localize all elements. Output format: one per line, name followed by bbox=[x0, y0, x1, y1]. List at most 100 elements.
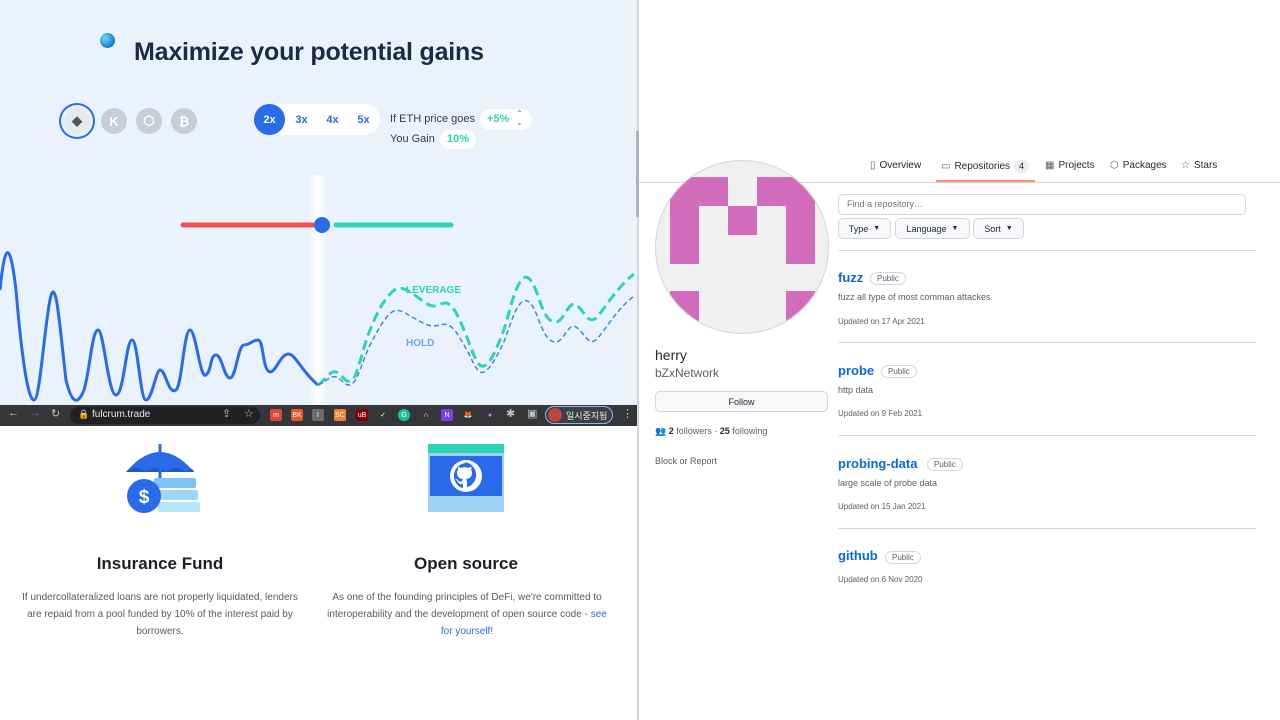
followers-line: 👥 2 followers · 25 following bbox=[655, 426, 768, 436]
block-or-report-link[interactable]: Block or Report bbox=[655, 456, 717, 466]
followers-count[interactable]: 2 bbox=[669, 426, 674, 436]
repo-name-fuzz[interactable]: fuzz bbox=[838, 270, 863, 285]
extension-7-label: G bbox=[401, 411, 407, 419]
open-source-title: Open source bbox=[414, 554, 518, 573]
extension-4-label: SC bbox=[335, 411, 345, 419]
type-filter-label: Type bbox=[848, 223, 869, 234]
caret-down-icon: ▼ bbox=[951, 225, 959, 232]
caret-down-icon: ▼ bbox=[1005, 225, 1013, 232]
extension-11-label: ● bbox=[487, 411, 493, 419]
browser-menu-icon[interactable]: ⋮ bbox=[622, 407, 633, 420]
repo-description: http data bbox=[838, 385, 874, 395]
leverage-curve-label: LEVERAGE bbox=[406, 285, 461, 296]
visibility-badge: Public bbox=[881, 365, 917, 378]
star-icon: ☆ bbox=[1181, 160, 1190, 171]
open-source-text: As one of the founding principles of DeF… bbox=[327, 592, 602, 620]
following-label[interactable]: following bbox=[732, 426, 767, 436]
type-filter-button[interactable]: Type ▼ bbox=[838, 218, 891, 239]
repo-divider bbox=[838, 342, 1256, 343]
extension-icon-1[interactable]: m bbox=[270, 409, 282, 421]
repo-name-github[interactable]: github bbox=[838, 548, 878, 563]
avatar[interactable] bbox=[655, 160, 829, 334]
open-source-body: As one of the founding principles of DeF… bbox=[326, 589, 608, 640]
address-url: fulcrum.trade bbox=[92, 409, 151, 420]
identicon bbox=[670, 177, 815, 321]
language-filter-button[interactable]: Language ▼ bbox=[895, 218, 970, 239]
profile-status: 일시중지됨 bbox=[566, 411, 608, 421]
repo-icon: ▭ bbox=[941, 161, 951, 172]
following-count[interactable]: 25 bbox=[720, 426, 730, 436]
sort-filter-button[interactable]: Sort ▼ bbox=[973, 218, 1024, 239]
repo-updated: Updated on 17 Apr 2021 bbox=[838, 317, 925, 326]
visibility-badge: Public bbox=[927, 458, 963, 471]
language-filter-label: Language bbox=[906, 223, 947, 234]
extensions-puzzle-icon[interactable]: ✱ bbox=[506, 407, 515, 420]
tab-repositories[interactable]: ▭ Repositories 4 bbox=[941, 160, 1030, 173]
lock-icon: 🔒 bbox=[78, 409, 90, 419]
repo-divider bbox=[838, 528, 1256, 529]
repo-name-probe[interactable]: probe bbox=[838, 363, 874, 378]
gains-chart: LEVERAGE HOLD bbox=[0, 175, 635, 405]
insurance-fund-title: Insurance Fund bbox=[96, 554, 224, 573]
people-icon: 👥 bbox=[655, 426, 667, 436]
svg-text:$: $ bbox=[139, 487, 150, 508]
tab-repositories-label: Repositories bbox=[954, 161, 1011, 172]
tab-packages[interactable]: ⬡ Packages bbox=[1110, 160, 1167, 171]
active-tab-underline bbox=[936, 180, 1035, 182]
extension-icon-8[interactable]: ∩ bbox=[420, 409, 432, 421]
profile-avatar bbox=[548, 408, 562, 422]
extension-icon-4[interactable]: SC bbox=[334, 409, 346, 421]
tab-packages-label: Packages bbox=[1122, 160, 1167, 171]
table-icon: ▦ bbox=[1045, 160, 1055, 171]
profile-org: bZxNetwork bbox=[655, 366, 720, 380]
side-panel-icon[interactable]: ▣ bbox=[527, 407, 537, 420]
repo-updated: Updated on 15 Jan 2021 bbox=[838, 502, 926, 511]
extension-icon-2[interactable]: BK bbox=[291, 409, 303, 421]
price-history-line bbox=[0, 251, 319, 402]
back-icon[interactable]: ← bbox=[8, 407, 19, 419]
visibility-badge: Public bbox=[885, 551, 921, 564]
extension-icon-10[interactable]: 🦊 bbox=[462, 409, 474, 421]
repo-name-probing-data[interactable]: probing-data bbox=[838, 456, 917, 471]
extension-5-label: uB bbox=[357, 411, 367, 419]
tab-overview-label: Overview bbox=[879, 160, 922, 171]
tab-projects[interactable]: ▦ Projects bbox=[1045, 160, 1095, 171]
extension-8-label: ∩ bbox=[423, 411, 429, 419]
followers-label[interactable]: followers bbox=[676, 426, 712, 436]
share-icon[interactable]: ⇪ bbox=[222, 407, 231, 420]
forward-icon[interactable]: → bbox=[30, 407, 41, 419]
tab-overview[interactable]: ▯ Overview bbox=[870, 160, 921, 171]
repo-divider bbox=[838, 250, 1256, 251]
github-window-icon bbox=[428, 444, 504, 512]
caret-down-icon: ▼ bbox=[873, 225, 881, 232]
extension-icon-7[interactable]: G bbox=[398, 409, 410, 421]
extension-icon-3[interactable]: I bbox=[312, 409, 324, 421]
extension-icon-6[interactable]: ✓ bbox=[377, 409, 389, 421]
follow-button[interactable]: Follow bbox=[655, 391, 828, 412]
slider-handle[interactable] bbox=[314, 217, 330, 233]
repo-count-badge: 4 bbox=[1014, 160, 1030, 173]
fulcrum-page: Maximize your potential gains ◆ K ⬡ ₿ 2x… bbox=[0, 0, 638, 720]
bookmark-star-icon[interactable]: ☆ bbox=[244, 407, 254, 420]
extension-icon-5[interactable]: uB bbox=[356, 409, 368, 421]
repo-divider bbox=[838, 435, 1256, 436]
reload-icon[interactable]: ↻ bbox=[51, 407, 60, 420]
repo-search-placeholder: Find a repository… bbox=[847, 199, 924, 209]
extension-icon-9[interactable]: N bbox=[441, 409, 453, 421]
repo-updated: Updated on 6 Nov 2020 bbox=[838, 575, 923, 584]
extension-1-label: m bbox=[273, 411, 279, 419]
tab-stars[interactable]: ☆ Stars bbox=[1181, 160, 1217, 171]
visibility-badge: Public bbox=[870, 272, 906, 285]
insurance-fund-body: If undercollateralized loans are not pro… bbox=[22, 592, 298, 637]
extension-icon-11[interactable]: ● bbox=[484, 409, 496, 421]
repo-description: fuzz all type of most comman attackes bbox=[838, 292, 991, 302]
extension-10-label: 🦊 bbox=[463, 412, 473, 419]
hold-curve-label: HOLD bbox=[406, 338, 434, 349]
book-icon: ▯ bbox=[870, 160, 876, 171]
package-icon: ⬡ bbox=[1110, 160, 1119, 171]
repo-description: large scale of probe data bbox=[838, 478, 938, 488]
profile-username: herry bbox=[655, 347, 687, 363]
sort-filter-label: Sort bbox=[984, 223, 1001, 234]
github-profile-page: ▯ Overview ▭ Repositories 4 ▦ Projects ⬡ Pack… bbox=[639, 0, 1280, 720]
tab-projects-label: Projects bbox=[1058, 160, 1095, 171]
